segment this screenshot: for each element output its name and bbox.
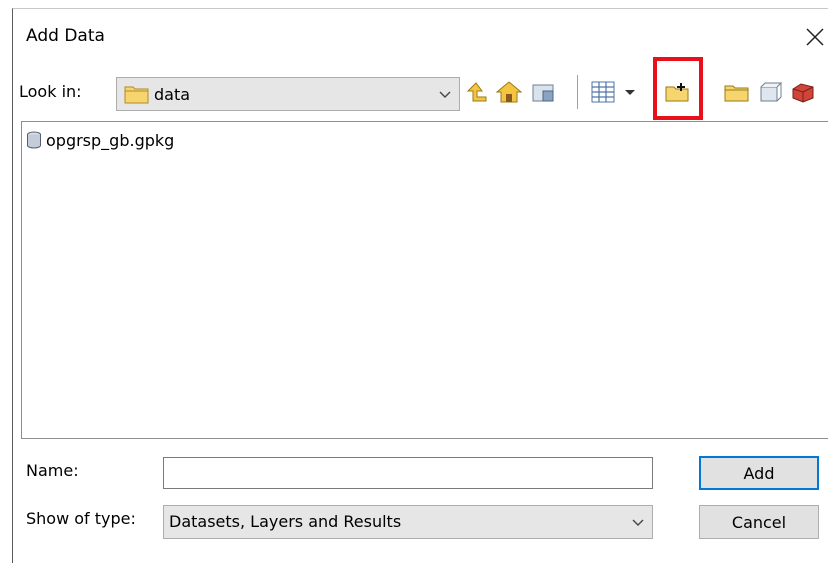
chevron-down-icon xyxy=(632,519,644,526)
chevron-down-icon xyxy=(439,91,451,98)
look-in-dropdown[interactable]: data xyxy=(116,77,460,111)
up-one-level-button[interactable] xyxy=(463,75,493,109)
add-data-dialog: Add Data Look in: data opgrsp_gb.gpkg Na… xyxy=(12,8,828,563)
folder-icon xyxy=(124,86,149,104)
view-dropdown-button[interactable] xyxy=(621,75,639,109)
show-of-type-dropdown[interactable]: Datasets, Layers and Results xyxy=(163,505,653,539)
close-icon xyxy=(806,28,824,46)
new-folder-button[interactable] xyxy=(722,75,752,109)
title-bar: Add Data xyxy=(13,9,828,61)
dialog-title: Add Data xyxy=(26,26,105,46)
cancel-button[interactable]: Cancel xyxy=(699,505,819,539)
connect-folder-icon xyxy=(532,84,554,102)
view-list-button[interactable] xyxy=(589,75,619,109)
file-list[interactable]: opgrsp_gb.gpkg xyxy=(21,121,828,439)
connect-folder-button[interactable] xyxy=(529,75,559,109)
new-toolbox-icon xyxy=(792,83,814,103)
name-label: Name: xyxy=(26,461,79,480)
home-button[interactable] xyxy=(494,75,524,109)
new-file-geodatabase-icon xyxy=(760,82,783,102)
toolbar-separator xyxy=(577,75,578,109)
show-of-type-value: Datasets, Layers and Results xyxy=(169,512,402,531)
file-name: opgrsp_gb.gpkg xyxy=(46,131,175,150)
up-one-level-icon xyxy=(466,82,487,102)
view-list-icon xyxy=(591,81,615,103)
home-icon xyxy=(496,81,522,103)
highlight-box xyxy=(653,57,703,120)
view-dropdown-icon xyxy=(625,90,635,95)
new-toolbox-button[interactable] xyxy=(789,75,819,109)
new-file-geodatabase-button[interactable] xyxy=(756,75,786,109)
add-button[interactable]: Add xyxy=(699,456,819,490)
close-button[interactable] xyxy=(801,23,828,51)
database-icon xyxy=(27,131,41,149)
name-input[interactable] xyxy=(163,457,653,489)
show-of-type-label: Show of type: xyxy=(26,509,136,528)
look-in-value: data xyxy=(154,85,191,104)
new-folder-icon xyxy=(724,85,749,102)
look-in-label: Look in: xyxy=(19,82,82,101)
